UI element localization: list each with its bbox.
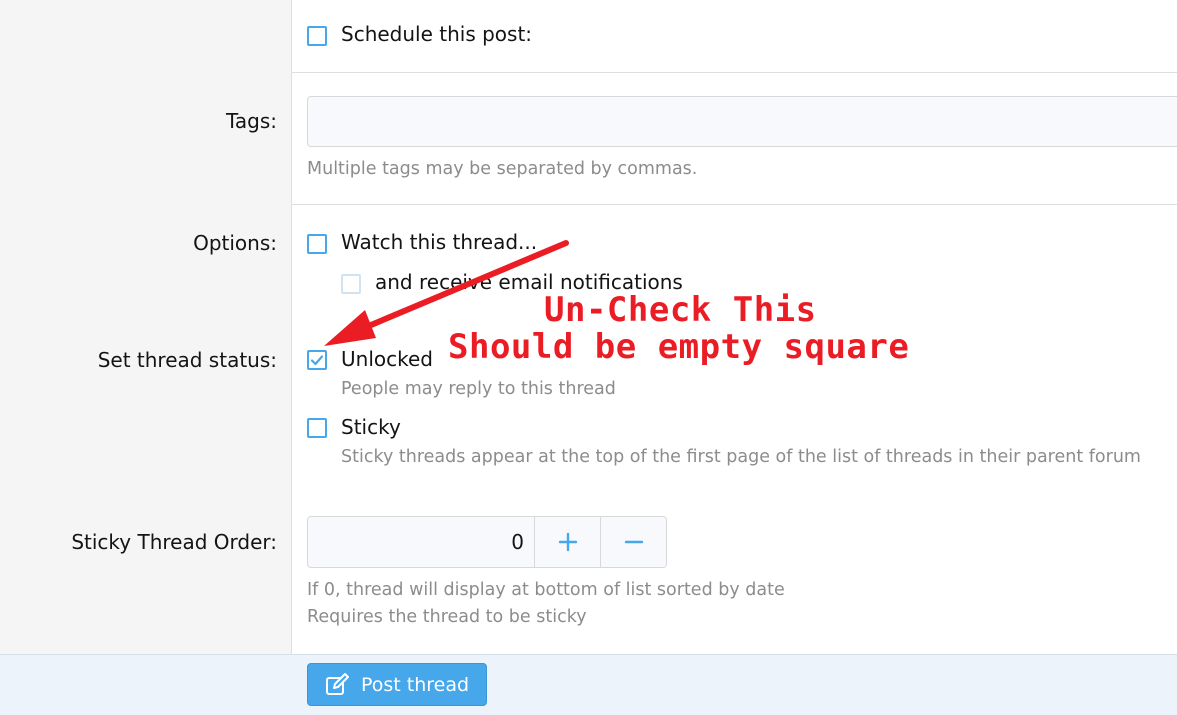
annotation-line-2: Should be empty square <box>448 327 910 367</box>
annotation-line-1: Un-Check This <box>544 290 817 330</box>
